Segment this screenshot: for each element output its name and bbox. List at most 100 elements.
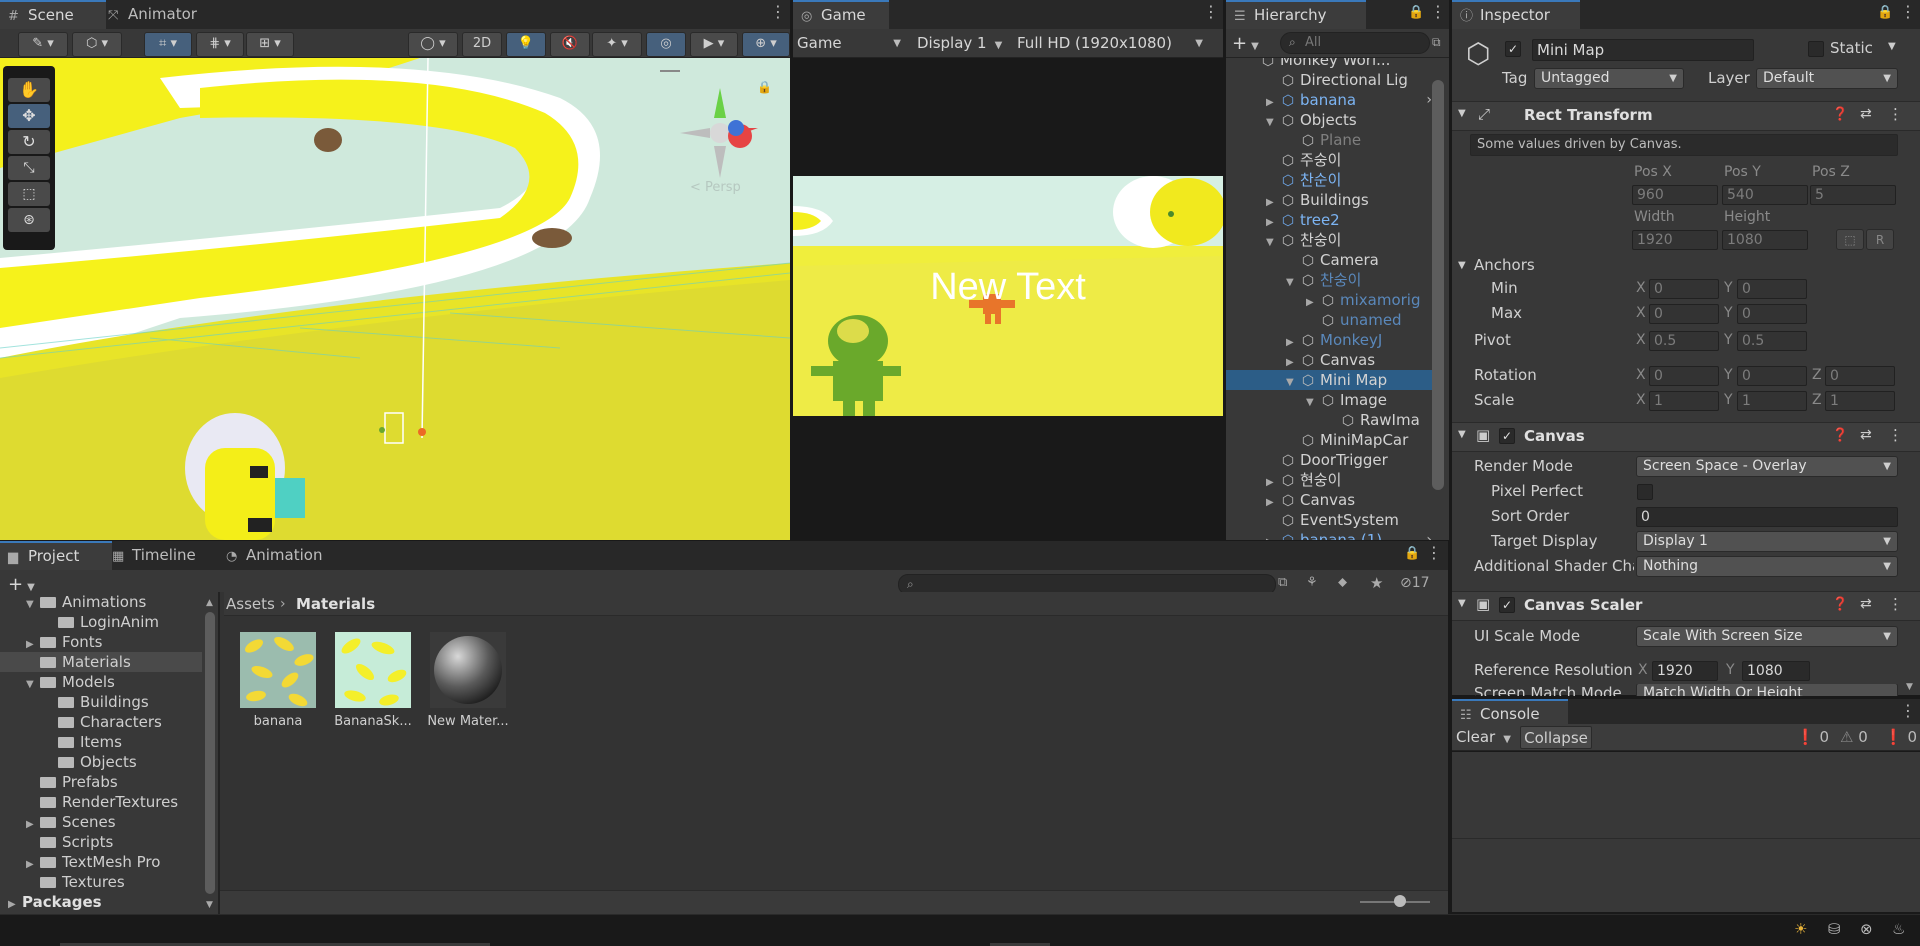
tree-scroll-up-icon[interactable]: ▲ — [206, 598, 213, 608]
help-icon[interactable]: ❓ — [1832, 428, 1848, 443]
breadcrumb-assets[interactable]: Assets — [226, 592, 275, 616]
folder-item[interactable]: ▶ Packages — [0, 892, 202, 912]
rotation-y-field[interactable]: 0 — [1737, 366, 1807, 386]
hidden-objects-toggle-icon[interactable]: ◎ — [646, 32, 686, 57]
hierarchy-item[interactable]: ▶ ⬡ Buildings — [1226, 190, 1432, 210]
tab-inspector[interactable]: ⓘ Inspector — [1452, 0, 1580, 31]
canvas-enabled-checkbox[interactable]: ✓ — [1499, 428, 1515, 444]
increment-snap-button[interactable]: ⊞ ▾ — [246, 32, 294, 57]
hierarchy-item[interactable]: ▼ ⬡ Objects — [1226, 110, 1432, 130]
raw-edit-button[interactable]: R — [1866, 229, 1894, 250]
render-mode-button[interactable]: ◯ ▾ — [408, 32, 458, 57]
scale-x-field[interactable]: 1 — [1649, 391, 1719, 411]
folder-item[interactable]: ▶ Scenes — [0, 812, 202, 832]
rect-transform-header[interactable]: ▼ ⤢ Rect Transform ❓ ⇄ ⋮ — [1452, 101, 1920, 131]
hierarchy-item[interactable]: ▼ ⬡ 찬숭이 — [1226, 270, 1432, 290]
pixel-perfect-checkbox[interactable] — [1637, 484, 1653, 500]
lighting-toggle-icon[interactable]: 💡 — [506, 32, 546, 57]
folder-item-selected[interactable]: Materials — [0, 652, 202, 672]
help-icon[interactable]: ❓ — [1832, 597, 1848, 612]
filter-by-type-icon[interactable]: ⚘ — [1306, 575, 1318, 590]
hand-tool-icon[interactable]: ✋ — [8, 78, 50, 102]
hierarchy-item[interactable]: ▼ ⬡ 찬숭이 — [1226, 230, 1432, 250]
hierarchy-item[interactable]: ▶⬡ banana (1) › — [1226, 530, 1432, 540]
anchor-min-x-field[interactable]: 0 — [1649, 279, 1719, 299]
scale-tool-icon[interactable]: ⤡ — [8, 156, 50, 180]
pos-z-field[interactable]: 5 — [1810, 185, 1896, 205]
warning-count-badge[interactable]: ⚠ 0 — [1840, 728, 1868, 746]
folder-item[interactable]: LoginAnim — [0, 612, 202, 632]
folder-item[interactable]: ▼ Models — [0, 672, 202, 692]
project-more-icon[interactable]: ⋮ — [1426, 545, 1442, 561]
tab-timeline[interactable]: ▦ Timeline — [104, 541, 206, 570]
hierarchy-item[interactable]: ▶ ⬡ MonkeyJ — [1226, 330, 1432, 350]
render-mode-dropdown[interactable]: Screen Space - Overlay ▼ — [1636, 456, 1898, 477]
anchor-max-x-field[interactable]: 0 — [1649, 304, 1719, 324]
hierarchy-item[interactable]: ▶ ⬡ Canvas — [1226, 490, 1432, 510]
folder-item[interactable]: Prefabs — [0, 772, 202, 792]
canvas-component-header[interactable]: ▼ ▣ ✓ Canvas ❓ ⇄ ⋮ — [1452, 422, 1920, 452]
canvas-scaler-enabled-checkbox[interactable]: ✓ — [1499, 597, 1515, 613]
favorites-star-icon[interactable]: ★ — [1370, 574, 1383, 592]
slider-handle[interactable] — [1394, 895, 1406, 907]
scene-more-icon[interactable]: ⋮ — [770, 4, 786, 20]
folder-item[interactable]: ▼ Animations — [0, 592, 202, 612]
hierarchy-item[interactable]: ⬡ Camera — [1226, 250, 1432, 270]
preset-icon[interactable]: ⇄ — [1860, 427, 1872, 443]
hierarchy-scrollbar[interactable] — [1432, 80, 1444, 490]
scale-y-field[interactable]: 1 — [1737, 391, 1807, 411]
hierarchy-item[interactable]: ⬡ RawIma — [1226, 410, 1432, 430]
anchor-min-y-field[interactable]: 0 — [1737, 279, 1807, 299]
folder-item[interactable]: Items — [0, 732, 202, 752]
scale-z-field[interactable]: 1 — [1825, 391, 1895, 411]
hierarchy-item[interactable]: ⬡ 주숭이 — [1226, 150, 1432, 170]
lock-icon[interactable]: 🔒 — [757, 80, 772, 94]
draw-mode-button[interactable]: ✎ ▾ — [18, 32, 68, 57]
hierarchy-item[interactable]: ⬡ Monkey Worl... — [1226, 58, 1432, 70]
hierarchy-lock-icon[interactable]: 🔒 — [1408, 5, 1424, 20]
resolution-dropdown[interactable]: Full HD (1920x1080) ▼ — [1017, 32, 1207, 55]
pivot-y-field[interactable]: 0.5 — [1737, 331, 1807, 351]
rotate-tool-icon[interactable]: ↻ — [8, 130, 50, 154]
search-by-type-icon[interactable]: ⧉ — [1278, 575, 1287, 590]
filter-by-label-icon[interactable]: ⬥ — [1338, 575, 1347, 590]
game-more-icon[interactable]: ⋮ — [1203, 4, 1219, 20]
hierarchy-more-icon[interactable]: ⋮ — [1430, 4, 1446, 20]
inspector-more-icon[interactable]: ⋮ — [1900, 4, 1916, 20]
ref-x-field[interactable]: 1920 — [1652, 661, 1718, 681]
width-field[interactable]: 1920 — [1632, 230, 1718, 250]
hidden-packages-toggle[interactable]: ⊘17 — [1400, 575, 1430, 591]
inspector-scroll-down-icon[interactable]: ▼ — [1906, 682, 1913, 692]
tab-animator[interactable]: ⤧ Animator — [100, 0, 207, 29]
blueprint-mode-icon[interactable]: ⬚ — [1836, 229, 1864, 250]
pivot-x-field[interactable]: 0.5 — [1649, 331, 1719, 351]
canvas-scaler-header[interactable]: ▼ ▣ ✓ Canvas Scaler ❓ ⇄ ⋮ — [1452, 591, 1920, 621]
ui-scale-mode-dropdown[interactable]: Scale With Screen Size ▼ — [1636, 626, 1898, 647]
hierarchy-item[interactable]: ▶ ⬡ 현숭이 — [1226, 470, 1432, 490]
scene-viewport[interactable]: ✋ ✥ ↻ ⤡ ⬚ ⊛ 🔒 < Persp — [0, 58, 790, 540]
rotation-z-field[interactable]: 0 — [1825, 366, 1895, 386]
transform-tool-icon[interactable]: ⊛ — [8, 208, 50, 232]
target-display-dropdown[interactable]: Display 1 ▼ — [1636, 531, 1898, 552]
hierarchy-item[interactable]: ▶ ⬡ Canvas — [1226, 350, 1432, 370]
hierarchy-item-selected[interactable]: ▼ ⬡ Mini Map — [1226, 370, 1432, 390]
project-lock-icon[interactable]: 🔒 — [1404, 546, 1420, 561]
info-count-badge[interactable]: ❗ 0 — [1796, 728, 1829, 746]
tab-project[interactable]: ▆ Project — [0, 541, 112, 572]
expand-arrow-right-icon[interactable]: ▶ — [1266, 533, 1280, 540]
hierarchy-search-options-icon[interactable]: ⧉ — [1432, 35, 1441, 50]
static-chevron-icon[interactable]: ▼ — [1888, 41, 1896, 52]
preset-icon[interactable]: ⇄ — [1860, 106, 1872, 122]
hierarchy-item[interactable]: ⬡ 찬순이 — [1226, 170, 1432, 190]
camera-settings-icon[interactable]: ▶ ▾ — [690, 32, 738, 57]
hierarchy-item[interactable]: ▶ ⬡ mixamorig — [1226, 290, 1432, 310]
folder-item[interactable]: ▶ TextMesh Pro — [0, 852, 202, 872]
persp-label[interactable]: < Persp — [690, 180, 741, 195]
game-mode-dropdown[interactable]: Game ▼ — [797, 32, 907, 55]
asset-tile[interactable]: BananaSk... — [334, 632, 423, 734]
rect-tool-icon[interactable]: ⬚ — [8, 182, 50, 206]
hierarchy-item[interactable]: ▶ ⬡ banana › — [1226, 90, 1432, 110]
tab-animation[interactable]: ◔ Animation — [218, 541, 332, 570]
game-view[interactable]: New Text — [793, 58, 1223, 540]
folder-item[interactable]: Characters — [0, 712, 202, 732]
